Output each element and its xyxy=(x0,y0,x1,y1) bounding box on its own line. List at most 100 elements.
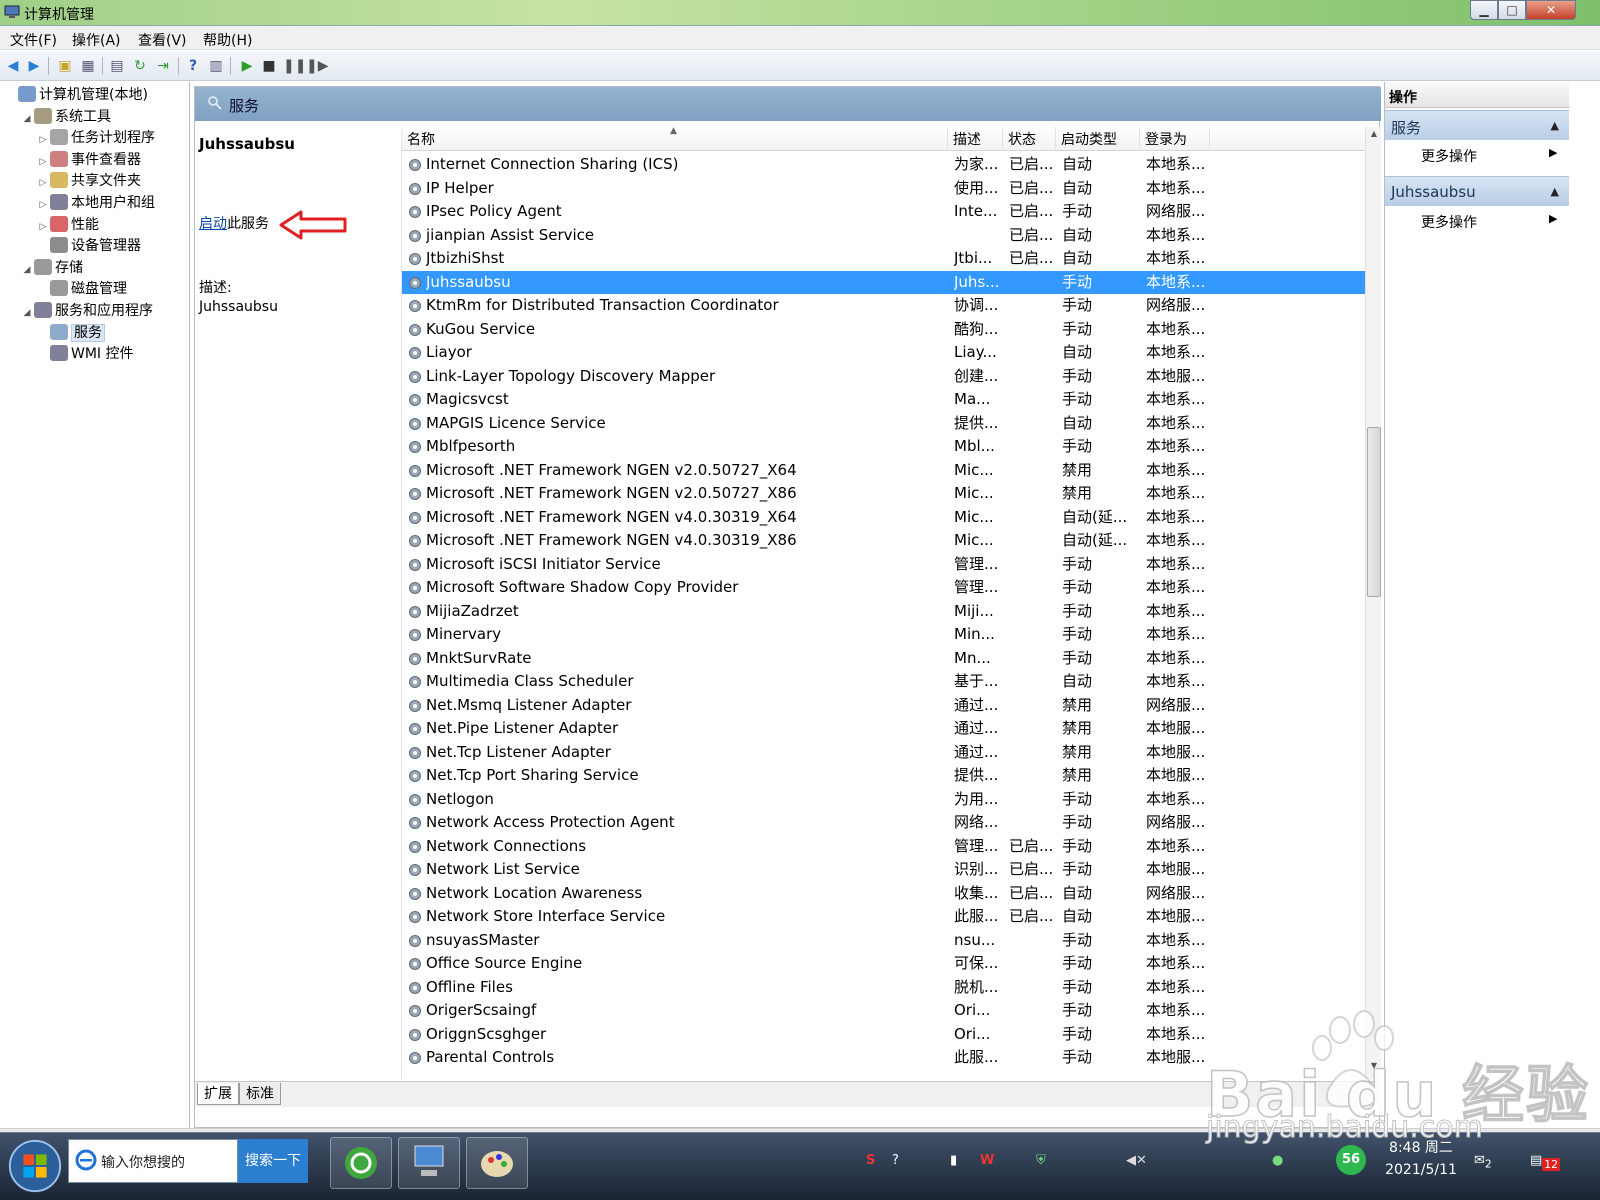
table-row[interactable]: MAPGIS Licence Service 提供... 自动 本地系... xyxy=(402,412,1365,436)
table-row[interactable]: jianpian Assist Service 已启... 自动 本地系... xyxy=(402,224,1365,248)
pause-service-icon[interactable]: ❚❚ xyxy=(283,57,306,75)
column-logon-as[interactable]: 登录为 xyxy=(1140,127,1210,151)
table-row[interactable]: KtmRm for Distributed Transaction Coordi… xyxy=(402,294,1365,318)
start-service-icon[interactable]: ▶ xyxy=(238,57,256,75)
actions-section-service-item[interactable]: Juhssaubsu ▲ xyxy=(1385,176,1569,206)
table-row[interactable]: Network Store Interface Service 此服... 已启..… xyxy=(402,905,1365,929)
column-status[interactable]: 状态 xyxy=(1003,127,1056,151)
table-row[interactable]: Liayor Liay... 自动 本地系... xyxy=(402,341,1365,365)
tab-extended[interactable]: 扩展 xyxy=(197,1083,239,1105)
export-list-icon[interactable]: ⇥ xyxy=(154,57,172,75)
tree-node[interactable]: ▷ 本地用户和组 xyxy=(36,192,155,214)
tree-node[interactable]: ◢ 系统工具 xyxy=(20,106,111,128)
help-tray-icon[interactable]: ? xyxy=(892,1153,899,1168)
menu-action[interactable]: 操作(A) xyxy=(72,30,121,50)
view-icon[interactable]: ▥ xyxy=(207,57,225,75)
table-row[interactable]: MnktSurvRate Mn... 手动 本地系... xyxy=(402,647,1365,671)
wps-icon[interactable]: W xyxy=(980,1153,994,1168)
menu-file[interactable]: 文件(F) xyxy=(10,30,57,50)
table-row[interactable]: Mblfpesorth Mbl... 手动 本地系... xyxy=(402,435,1365,459)
table-row[interactable]: KuGou Service 酷狗... 手动 本地系... xyxy=(402,318,1365,342)
action-center-icon[interactable]: ▤ 12 xyxy=(1530,1153,1561,1171)
collapse-icon[interactable]: ▲ xyxy=(1551,119,1559,132)
tree-node[interactable]: 服务 xyxy=(36,322,105,344)
taskbar-computer-management-button[interactable] xyxy=(398,1137,460,1189)
scroll-up-icon[interactable]: ▲ xyxy=(1367,129,1381,143)
tree-node[interactable]: WMI 控件 xyxy=(36,343,134,365)
table-row[interactable]: Net.Tcp Listener Adapter 通过... 禁用 本地服... xyxy=(402,741,1365,765)
help-icon[interactable]: ? xyxy=(184,57,202,75)
tree-node[interactable]: ◢ 存储 xyxy=(20,257,83,279)
table-row[interactable]: Minervary Min... 手动 本地系... xyxy=(402,623,1365,647)
tree-node[interactable]: 设备管理器 xyxy=(36,235,141,257)
table-row[interactable]: OrigerScsaingf Ori... 手动 本地系... xyxy=(402,999,1365,1023)
tab-standard[interactable]: 标准 xyxy=(239,1083,281,1105)
column-name[interactable]: 名称 ▲ xyxy=(402,127,948,151)
scrollbar-thumb[interactable] xyxy=(1367,427,1381,597)
battery-icon[interactable]: ▮ xyxy=(950,1153,957,1168)
menu-help[interactable]: 帮助(H) xyxy=(203,30,252,50)
table-row[interactable]: Network Connections 管理... 已启... 手动 本地系... xyxy=(402,835,1365,859)
table-row[interactable]: Microsoft .NET Framework NGEN v2.0.50727… xyxy=(402,459,1365,483)
refresh-icon[interactable]: ↻ xyxy=(131,57,149,75)
forward-icon[interactable]: ▶ xyxy=(25,57,43,75)
table-row[interactable]: Microsoft iSCSI Initiator Service 管理... 手动… xyxy=(402,553,1365,577)
vertical-scrollbar[interactable]: ▲ ▼ xyxy=(1365,127,1381,1079)
wechat-icon[interactable]: ● xyxy=(1272,1153,1283,1168)
column-description[interactable]: 描述 xyxy=(948,127,1003,151)
tree-node[interactable]: ▷ 任务计划程序 xyxy=(36,127,155,149)
performance-badge[interactable]: 56 xyxy=(1336,1145,1366,1175)
table-row[interactable]: OriggnScsghger Ori... 手动 本地系... xyxy=(402,1023,1365,1047)
table-row[interactable]: nsuyasSMaster nsu... 手动 本地系... xyxy=(402,929,1365,953)
actions-section-services[interactable]: 服务 ▲ xyxy=(1385,110,1569,140)
table-row[interactable]: IP Helper 使用... 已启... 自动 本地系... xyxy=(402,177,1365,201)
collapse-icon[interactable]: ▲ xyxy=(1551,185,1559,198)
search-input[interactable]: 输入你想搜的 xyxy=(101,1152,185,1172)
expanded-arrow-icon[interactable]: ◢ xyxy=(20,108,34,130)
taskbar-ie-button[interactable] xyxy=(330,1137,392,1189)
table-row[interactable]: MijiaZadrzet Miji... 手动 本地系... xyxy=(402,600,1365,624)
table-row[interactable]: Network List Service 识别... 已启... 手动 本地服... xyxy=(402,858,1365,882)
table-row[interactable]: Net.Tcp Port Sharing Service 提供... 禁用 本地服..… xyxy=(402,764,1365,788)
table-row[interactable]: Network Access Protection Agent 网络... 手动 网络… xyxy=(402,811,1365,835)
search-button[interactable]: 搜索一下 xyxy=(238,1139,308,1183)
restart-service-icon[interactable]: ❚▶ xyxy=(306,57,329,75)
table-row[interactable]: IPsec Policy Agent Inte... 已启... 手动 网络服... xyxy=(402,200,1365,224)
tree-node[interactable]: ◢ 服务和应用程序 xyxy=(20,300,153,322)
table-row[interactable]: Juhssaubsu Juhs... 手动 本地系... xyxy=(402,270,1365,294)
table-row[interactable]: Microsoft .NET Framework NGEN v4.0.30319… xyxy=(402,506,1365,530)
tree-node[interactable]: 计算机管理(本地) xyxy=(4,84,148,106)
up-folder-icon[interactable]: ▣ xyxy=(56,57,74,75)
show-hide-tree-icon[interactable]: ▦ xyxy=(79,57,97,75)
start-button-icon[interactable] xyxy=(6,1136,64,1196)
more-actions-service-item[interactable]: 更多操作 ▶ xyxy=(1421,212,1557,232)
table-row[interactable]: Network Location Awareness 收集... 已启... 自动 网络… xyxy=(402,882,1365,906)
maximize-button[interactable]: □ xyxy=(1498,0,1526,20)
table-row[interactable]: JtbizhiShst Jtbi... 已启... 自动 本地系... xyxy=(402,247,1365,271)
scroll-down-icon[interactable]: ▼ xyxy=(1367,1061,1381,1075)
search-box[interactable]: 输入你想搜的 xyxy=(68,1139,238,1183)
table-row[interactable]: Net.Pipe Listener Adapter 通过... 禁用 本地服... xyxy=(402,717,1365,741)
table-row[interactable]: Net.Msmq Listener Adapter 通过... 禁用 网络服... xyxy=(402,694,1365,718)
taskbar-paint-button[interactable] xyxy=(466,1137,528,1189)
expanded-arrow-icon[interactable]: ◢ xyxy=(20,259,34,281)
table-row[interactable]: Parental Controls 此服... 手动 本地服... xyxy=(402,1046,1365,1070)
more-actions-services[interactable]: 更多操作 ▶ xyxy=(1421,146,1557,166)
volume-muted-icon[interactable]: ◀✕ xyxy=(1126,1153,1147,1168)
security-shield-icon[interactable]: ⛨ xyxy=(1036,1153,1046,1168)
table-row[interactable]: Office Source Engine 可保... 手动 本地系... xyxy=(402,952,1365,976)
table-row[interactable]: Microsoft Software Shadow Copy Provider 管… xyxy=(402,576,1365,600)
properties-icon[interactable]: ▤ xyxy=(108,57,126,75)
tree-node[interactable]: ▷ 性能 xyxy=(36,214,99,236)
table-row[interactable]: Offline Files 脱机... 手动 本地系... xyxy=(402,976,1365,1000)
table-row[interactable]: Microsoft .NET Framework NGEN v2.0.50727… xyxy=(402,482,1365,506)
close-button[interactable]: ✕ xyxy=(1526,0,1576,20)
sogou-ime-icon[interactable]: S xyxy=(866,1153,875,1168)
start-service-link[interactable]: 启动 xyxy=(199,216,227,232)
column-startup-type[interactable]: 启动类型 xyxy=(1056,127,1140,151)
menu-view[interactable]: 查看(V) xyxy=(138,30,187,50)
table-row[interactable]: Link-Layer Topology Discovery Mapper 创建..… xyxy=(402,365,1365,389)
back-icon[interactable]: ◀ xyxy=(4,57,22,75)
notification-icon[interactable]: ✉2 xyxy=(1474,1153,1492,1171)
table-row[interactable]: Multimedia Class Scheduler 基于... 自动 本地系... xyxy=(402,670,1365,694)
